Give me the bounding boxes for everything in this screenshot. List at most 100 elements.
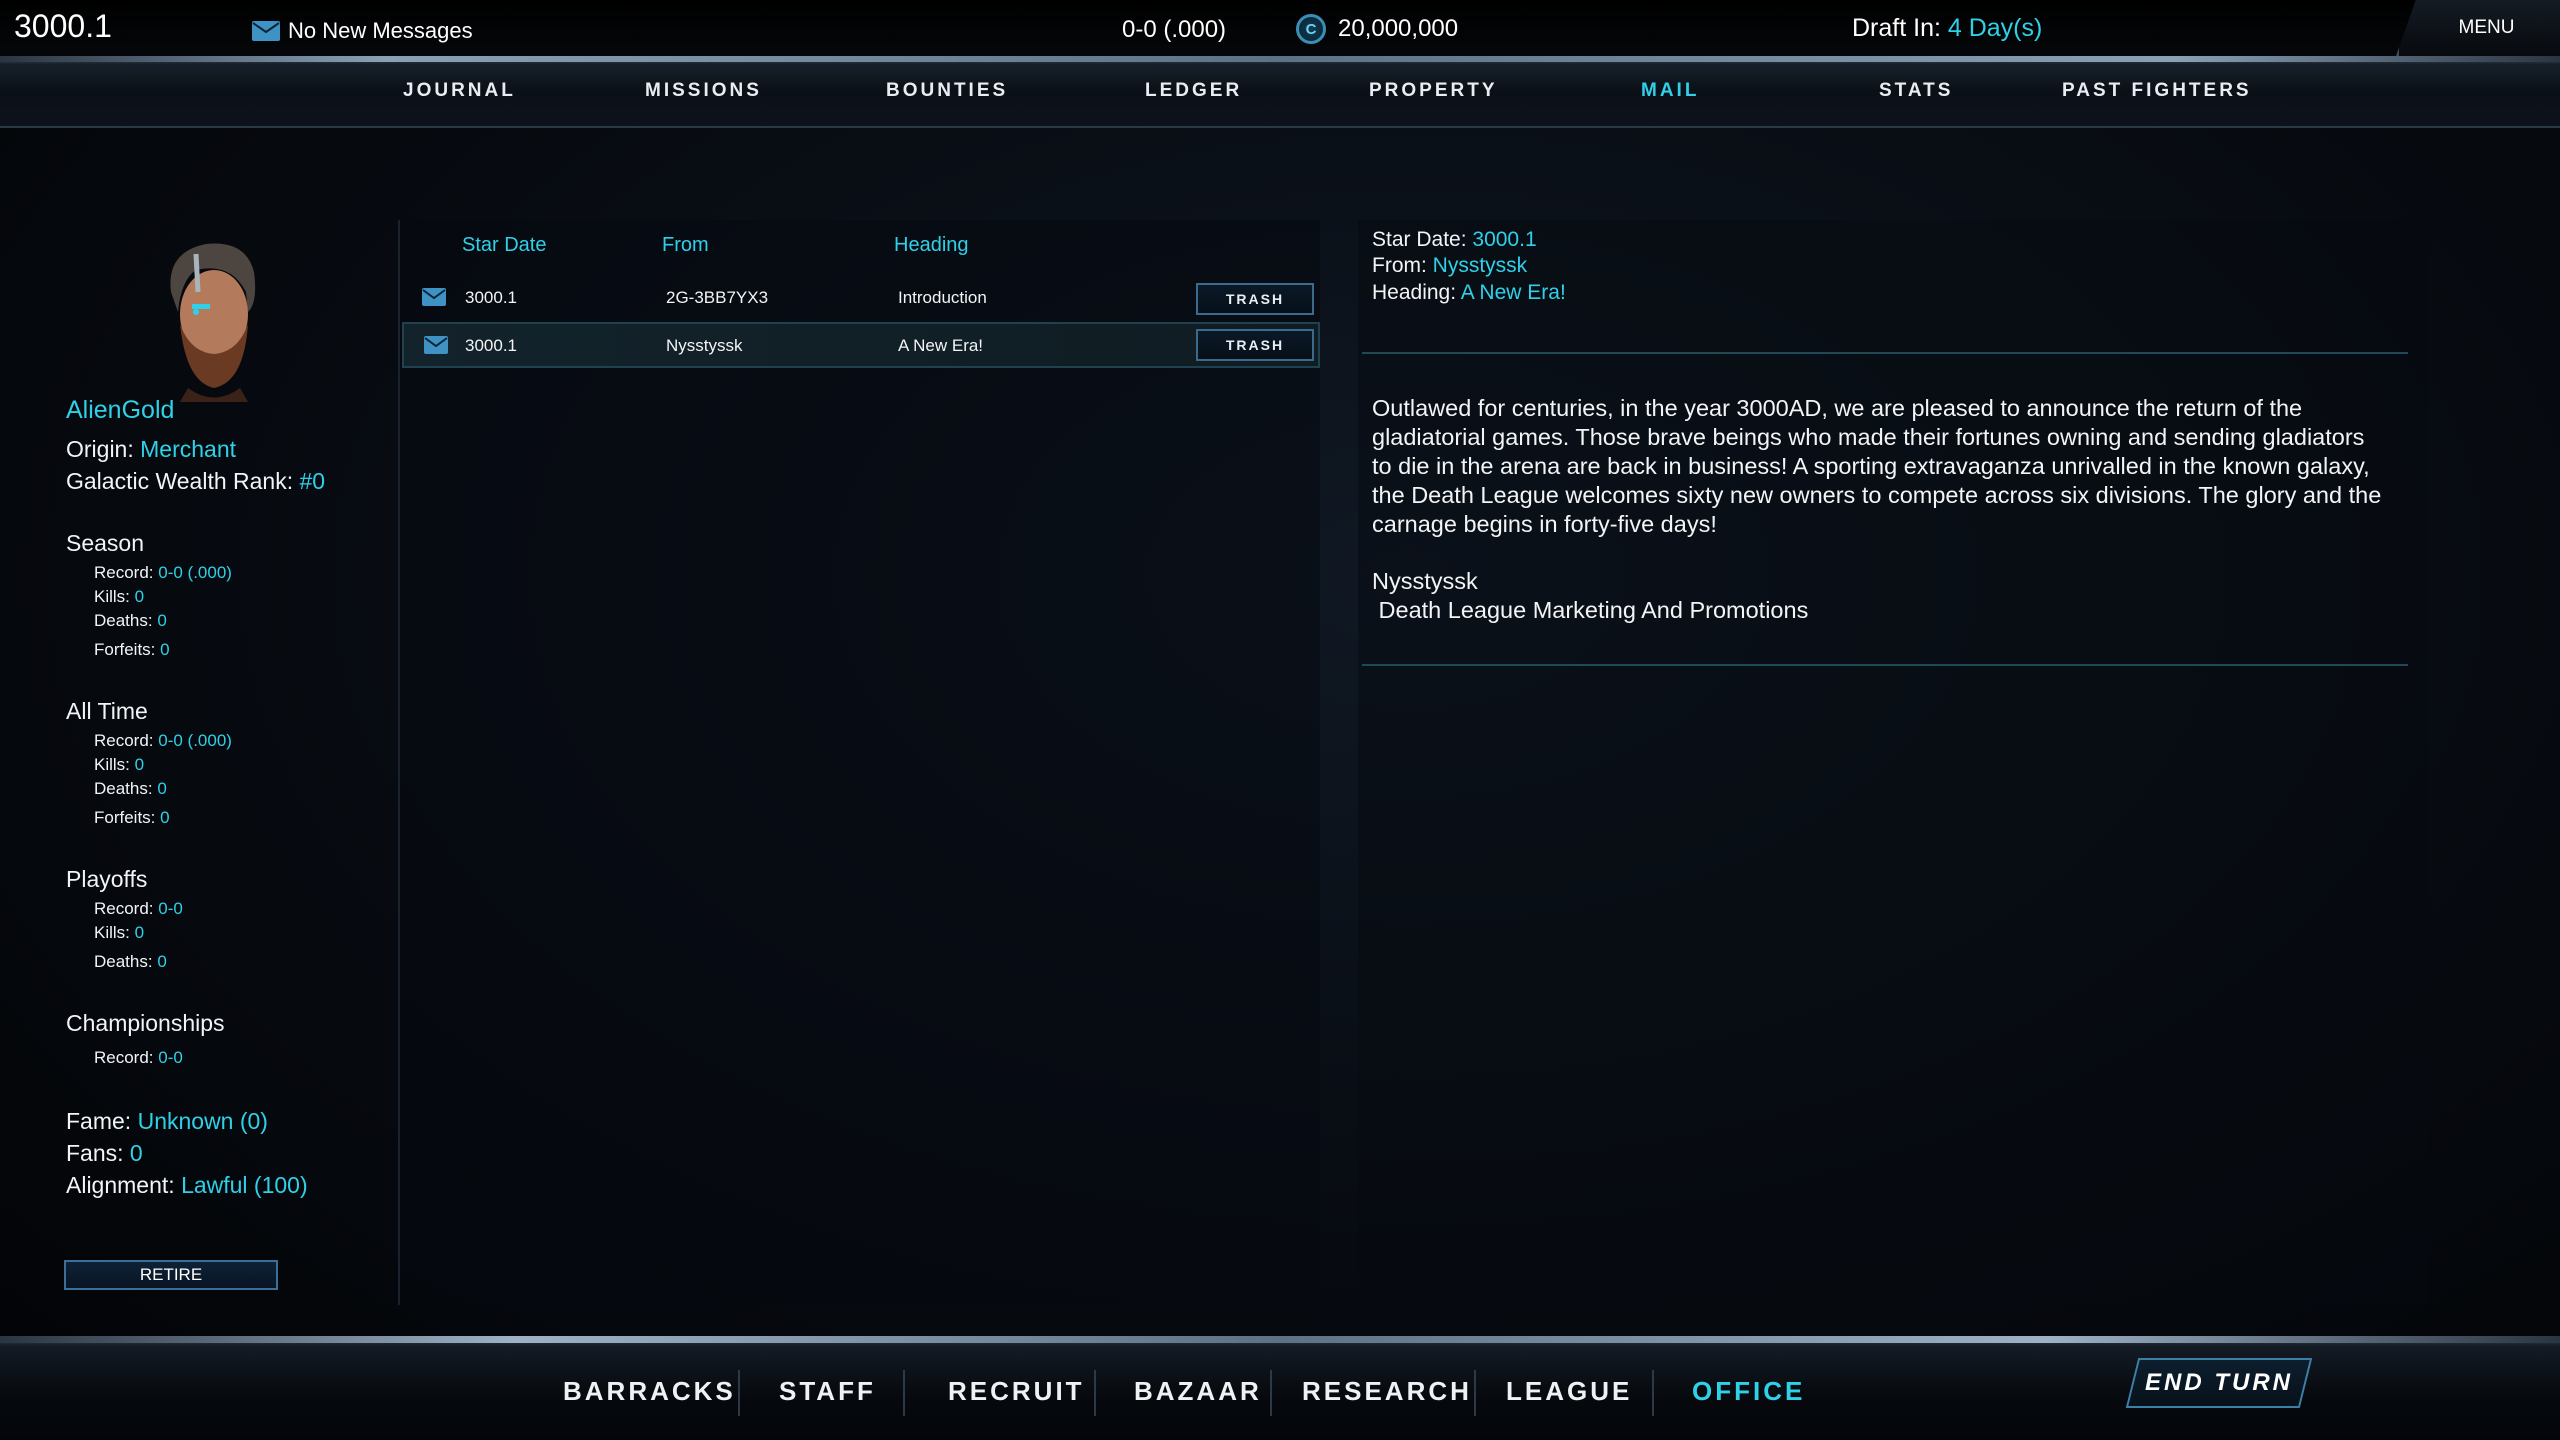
top-bar: 3000.1 No New Messages 0-0 (.000) C 20,0… — [0, 0, 2560, 58]
origin-label: Origin: — [66, 436, 141, 462]
origin-row: Origin: Merchant — [66, 436, 236, 463]
all-time-record-value: 0-0 (.000) — [158, 731, 232, 750]
message-heading-label: Heading: — [1372, 281, 1461, 304]
mail-from: 2G-3BB7YX3 — [666, 288, 769, 307]
message-from: From: Nysstyssk — [1372, 254, 1527, 278]
tab-past-fighters[interactable]: PAST FIGHTERS — [2062, 80, 2252, 102]
mail-from: Nysstyssk — [666, 336, 743, 355]
nav-separator — [1474, 1370, 1476, 1416]
alignment-value: Lawful (100) — [181, 1172, 308, 1198]
season-forfeits-value: 0 — [160, 640, 170, 659]
mail-row-selected[interactable]: 3000.1 Nysstyssk A New Era! TRASH — [402, 322, 1320, 368]
end-turn-label: END TURN — [2145, 1369, 2293, 1396]
origin-value: Merchant — [140, 436, 237, 462]
all-time-record-label: Record: — [94, 731, 159, 750]
all-time-kills: Kills: 0 — [94, 755, 144, 775]
tab-stats[interactable]: STATS — [1879, 80, 1953, 102]
tab-bounties[interactable]: BOUNTIES — [886, 80, 1008, 102]
retire-button[interactable]: RETIRE — [64, 1260, 278, 1290]
all-time-forfeits-value: 0 — [160, 808, 170, 827]
nav-bazaar[interactable]: BAZAAR — [1134, 1376, 1262, 1407]
credits-coin-icon: C — [1296, 14, 1326, 44]
column-header-from[interactable]: From — [662, 234, 709, 257]
playoffs-deaths-label: Deaths: — [94, 952, 158, 971]
message-from-label: From: — [1372, 254, 1433, 277]
menu-button[interactable]: MENU — [2396, 0, 2560, 56]
all-time-kills-value: 0 — [134, 755, 145, 774]
message-heading-value: A New Era! — [1460, 281, 1566, 304]
owner-name: AlienGold — [66, 396, 175, 424]
playoffs-record-label: Record: — [94, 899, 159, 918]
column-header-stardate[interactable]: Star Date — [462, 234, 546, 257]
messages-indicator[interactable]: No New Messages — [252, 18, 473, 44]
office-nav: JOURNAL MISSIONS BOUNTIES LEDGER PROPERT… — [0, 56, 2560, 128]
mail-heading: Introduction — [898, 288, 987, 307]
mail-stardate: 3000.1 — [465, 288, 517, 307]
tab-mail[interactable]: MAIL — [1641, 80, 1699, 102]
all-time-forfeits: Forfeits: 0 — [94, 808, 170, 828]
nav-rail — [0, 56, 2560, 62]
credits-display: C 20,000,000 — [1296, 14, 1458, 44]
message-stardate-value: 3000.1 — [1472, 228, 1537, 251]
wealth-rank-row: Galactic Wealth Rank: #0 — [66, 468, 325, 495]
season-record: Record: 0-0 (.000) — [94, 563, 232, 583]
nav-research[interactable]: RESEARCH — [1302, 1376, 1472, 1407]
owner-profile: AlienGold Origin: Merchant Galactic Weal… — [40, 220, 370, 1305]
envelope-icon — [422, 288, 446, 306]
mail-row[interactable]: 3000.1 2G-3BB7YX3 Introduction TRASH — [402, 276, 1320, 322]
fame-row: Fame: Unknown (0) — [66, 1108, 268, 1135]
wealth-rank-label: Galactic Wealth Rank: — [66, 468, 300, 494]
end-turn-button[interactable]: END TURN — [2125, 1358, 2313, 1408]
footer-divider — [1362, 664, 2408, 666]
credits-value: 20,000,000 — [1338, 15, 1459, 42]
all-time-kills-label: Kills: — [94, 755, 135, 774]
playoffs-record-value: 0-0 — [158, 899, 183, 918]
messages-label: No New Messages — [288, 18, 473, 43]
mail-stardate: 3000.1 — [465, 336, 517, 355]
playoffs-kills-value: 0 — [134, 923, 145, 942]
column-header-heading[interactable]: Heading — [894, 234, 969, 257]
nav-league[interactable]: LEAGUE — [1506, 1376, 1632, 1407]
nav-recruit[interactable]: RECRUIT — [948, 1376, 1085, 1407]
draft-value: 4 Day(s) — [1947, 14, 2043, 42]
all-time-deaths-value: 0 — [157, 779, 167, 798]
tab-ledger[interactable]: LEDGER — [1145, 80, 1242, 102]
nav-separator — [1094, 1370, 1096, 1416]
championships-record-label: Record: — [94, 1048, 159, 1067]
playoffs-heading: Playoffs — [66, 866, 148, 892]
nav-office[interactable]: OFFICE — [1692, 1376, 1805, 1407]
message-from-value: Nysstyssk — [1432, 254, 1528, 277]
trash-label: TRASH — [1225, 291, 1285, 307]
season-record-label: Record: — [94, 563, 159, 582]
nav-barracks[interactable]: BARRACKS — [563, 1376, 736, 1407]
trash-button[interactable]: TRASH — [1196, 329, 1314, 361]
all-time-record: Record: 0-0 (.000) — [94, 731, 232, 751]
draft-label: Draft In: — [1852, 14, 1948, 42]
championships-heading: Championships — [66, 1010, 225, 1036]
playoffs-kills: Kills: 0 — [94, 923, 144, 943]
mail-list: Star Date From Heading 3000.1 2G-3BB7YX3… — [398, 220, 1320, 1305]
signature-title: Death League Marketing And Promotions — [1372, 597, 1809, 623]
playoffs-deaths: Deaths: 0 — [94, 952, 167, 972]
playoffs-deaths-value: 0 — [157, 952, 167, 971]
tab-missions[interactable]: MISSIONS — [645, 80, 762, 102]
championships-record-value: 0-0 — [158, 1048, 183, 1067]
nav-separator — [903, 1370, 905, 1416]
menu-label: MENU — [2458, 17, 2515, 38]
retire-label: RETIRE — [139, 1265, 203, 1284]
trash-button[interactable]: TRASH — [1196, 283, 1314, 315]
tab-property[interactable]: PROPERTY — [1369, 80, 1498, 102]
header-divider — [1362, 352, 2408, 354]
envelope-icon — [252, 21, 280, 41]
tab-journal[interactable]: JOURNAL — [403, 80, 516, 102]
championships-record: Record: 0-0 — [94, 1048, 183, 1068]
alignment-label: Alignment: — [66, 1172, 182, 1198]
wealth-rank-value: #0 — [299, 468, 326, 494]
season-kills: Kills: 0 — [94, 587, 144, 607]
nav-separator — [1652, 1370, 1654, 1416]
playoffs-kills-label: Kills: — [94, 923, 135, 942]
season-deaths-label: Deaths: — [94, 611, 158, 630]
message-heading: Heading: A New Era! — [1372, 281, 1566, 305]
nav-staff[interactable]: STAFF — [779, 1376, 876, 1407]
message-stardate: Star Date: 3000.1 — [1372, 228, 1537, 252]
